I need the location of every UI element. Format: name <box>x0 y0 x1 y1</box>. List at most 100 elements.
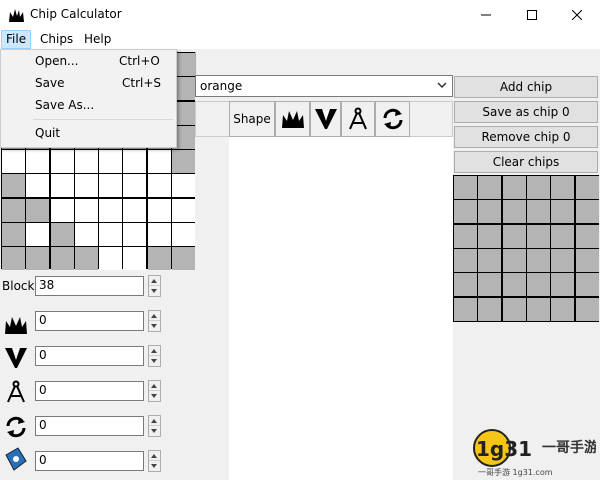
menu-file[interactable]: File <box>1 30 32 49</box>
menu-quit[interactable]: Quit <box>1 122 176 144</box>
board-cell[interactable] <box>147 174 171 198</box>
maximize-button[interactable] <box>509 0 555 30</box>
save-as-chip-button[interactable]: Save as chip 0 <box>454 101 598 123</box>
clear-chips-button[interactable]: Clear chips <box>454 151 598 173</box>
reload-filter-button[interactable] <box>375 101 410 137</box>
precision-compass-icon <box>7 380 25 403</box>
watermark-url: 一哥手游 1g31.com <box>478 467 553 477</box>
color-select-value: orange <box>200 79 243 93</box>
precision-filter-button[interactable] <box>341 101 375 137</box>
chip-grid-cell <box>575 273 599 297</box>
chip-grid-cell <box>551 297 575 321</box>
chip-grid-cell <box>575 248 599 272</box>
watermark-logo: 1g31 一哥手游 一哥手游 1g31.com <box>473 429 596 477</box>
extra-input[interactable]: 0 <box>35 451 144 471</box>
damage-crown-icon <box>5 317 27 334</box>
breach-filter-button[interactable] <box>310 101 341 137</box>
chip-grid-cell <box>575 200 599 224</box>
breach-icon <box>5 348 27 368</box>
chip-grid-cell <box>454 248 477 272</box>
menu-save-as[interactable]: Save As... <box>1 94 176 116</box>
board-cell[interactable] <box>99 198 122 222</box>
blocks-input[interactable]: 38 <box>35 276 144 296</box>
chip-grid-cell <box>526 273 550 297</box>
chip-grid-cell <box>551 176 575 199</box>
board-cell[interactable] <box>74 222 98 246</box>
board-cell[interactable] <box>2 222 25 246</box>
minimize-button[interactable] <box>463 0 509 30</box>
watermark-tag: 一哥手游 <box>542 439 596 456</box>
board-cell[interactable] <box>171 222 195 246</box>
chip-grid-cell <box>551 273 575 297</box>
board-cell[interactable] <box>123 247 147 270</box>
board-cell[interactable] <box>99 174 122 198</box>
chip-grid-cell <box>575 224 599 248</box>
chevron-down-icon <box>437 82 447 89</box>
board-cell[interactable] <box>171 247 195 270</box>
board-cell[interactable] <box>2 247 25 270</box>
chip-grid-cell <box>551 224 575 248</box>
maximize-icon <box>527 10 537 20</box>
board-cell[interactable] <box>171 198 195 222</box>
board-cell[interactable] <box>50 150 74 173</box>
menu-help[interactable]: Help <box>80 30 115 49</box>
menu-separator <box>33 119 173 120</box>
precision-input[interactable]: 0 <box>35 381 144 401</box>
board-cell[interactable] <box>50 247 74 270</box>
breach-input[interactable]: 0 <box>35 346 144 366</box>
chip-list-panel[interactable] <box>229 137 453 480</box>
board-cell[interactable] <box>26 150 50 173</box>
board-cell[interactable] <box>50 174 74 198</box>
chip-grid-cell <box>454 297 477 321</box>
chip-grid-cell <box>551 248 575 272</box>
board-cell[interactable] <box>147 150 171 173</box>
board-cell[interactable] <box>74 150 98 173</box>
chip-grid-cell <box>526 297 550 321</box>
chip-grid-cell <box>478 273 502 297</box>
board-cell[interactable] <box>74 174 98 198</box>
chip-grid-cell <box>478 176 502 199</box>
board-cell[interactable] <box>147 222 171 246</box>
board-cell[interactable] <box>26 222 50 246</box>
board-cell[interactable] <box>26 247 50 270</box>
board-cell[interactable] <box>26 174 50 198</box>
damage-spinner[interactable] <box>148 310 161 332</box>
chip-grid-cell <box>478 297 502 321</box>
shape-filter-button[interactable]: Shape <box>229 101 275 137</box>
board-cell[interactable] <box>99 222 122 246</box>
board-cell[interactable] <box>147 198 171 222</box>
close-button[interactable] <box>554 0 600 30</box>
minimize-icon <box>481 14 491 16</box>
board-cell[interactable] <box>50 198 74 222</box>
damage-input[interactable]: 0 <box>35 311 144 331</box>
board-cell[interactable] <box>171 150 195 173</box>
board-cell[interactable] <box>123 198 147 222</box>
board-cell[interactable] <box>26 198 50 222</box>
board-cell[interactable] <box>2 150 25 173</box>
precision-spinner[interactable] <box>148 380 161 402</box>
board-cell[interactable] <box>123 174 147 198</box>
remove-chip-button[interactable]: Remove chip 0 <box>454 126 598 148</box>
board-cell[interactable] <box>123 150 147 173</box>
board-cell[interactable] <box>147 247 171 270</box>
board-cell[interactable] <box>2 198 25 222</box>
add-chip-button[interactable]: Add chip <box>454 76 598 98</box>
breach-spinner[interactable] <box>148 345 161 367</box>
menu-chips[interactable]: Chips <box>36 30 77 49</box>
board-cell[interactable] <box>74 247 98 270</box>
blocks-spinner[interactable] <box>148 275 161 297</box>
reload-spinner[interactable] <box>148 415 161 437</box>
board-cell[interactable] <box>123 222 147 246</box>
damage-filter-button[interactable] <box>275 101 310 137</box>
board-cell[interactable] <box>2 174 25 198</box>
board-cell[interactable] <box>99 150 122 173</box>
board-cell[interactable] <box>99 247 122 270</box>
board-cell[interactable] <box>171 174 195 198</box>
reload-input[interactable]: 0 <box>35 416 144 436</box>
menu-open[interactable]: Open... Ctrl+O <box>1 50 176 72</box>
chip-grid-cell <box>575 297 599 321</box>
board-cell[interactable] <box>74 198 98 222</box>
extra-spinner[interactable] <box>148 450 161 472</box>
board-cell[interactable] <box>50 222 74 246</box>
menu-save[interactable]: Save Ctrl+S <box>1 72 176 94</box>
